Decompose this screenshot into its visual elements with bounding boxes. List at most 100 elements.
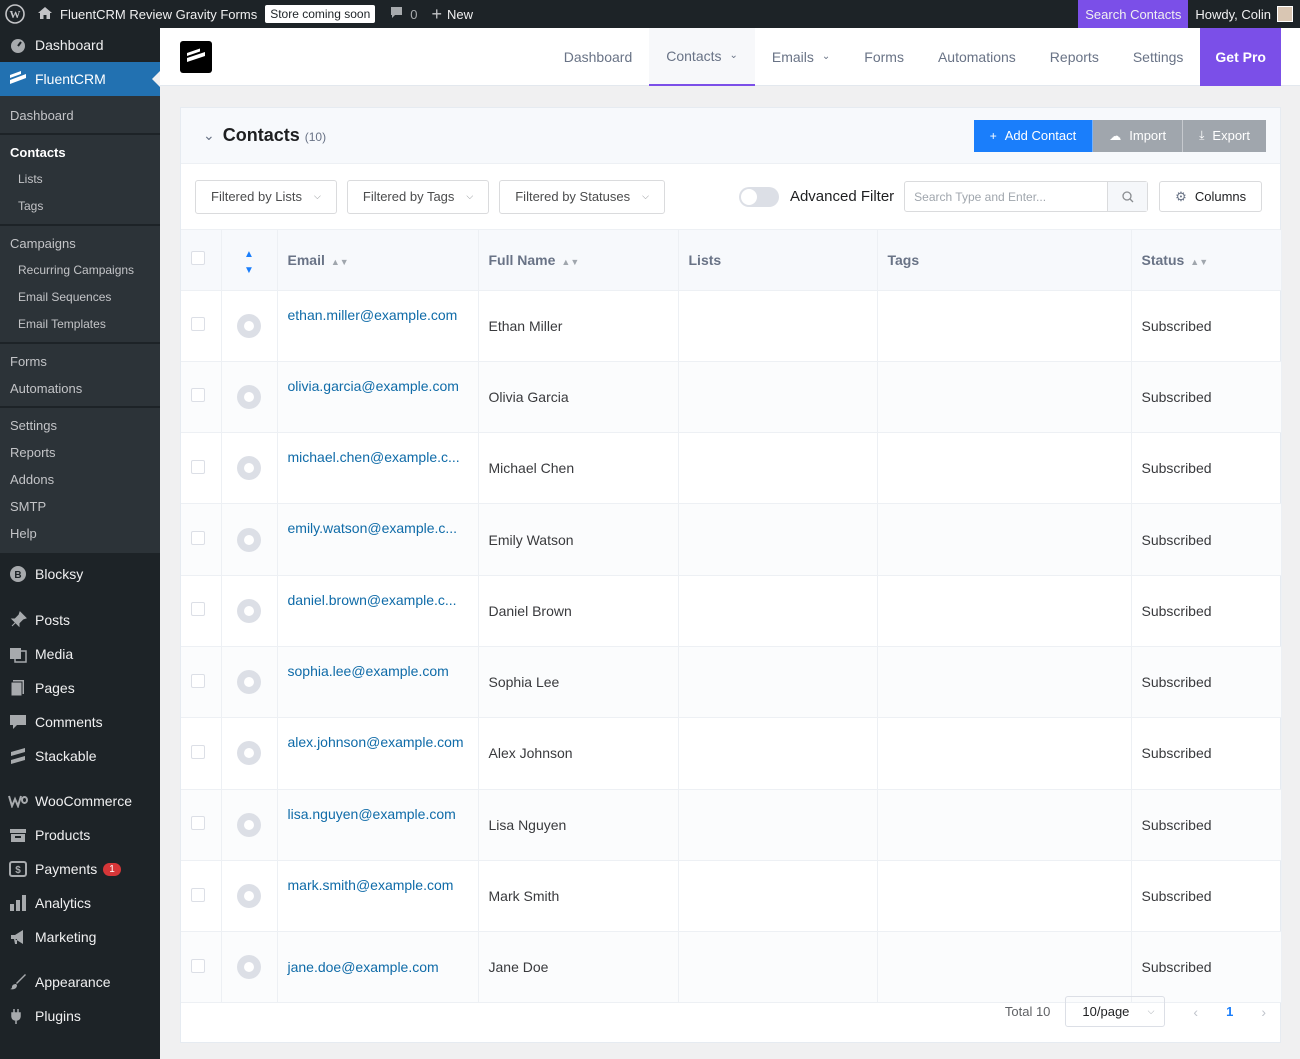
submenu-smtp[interactable]: SMTP bbox=[0, 493, 160, 520]
submenu-tags[interactable]: Tags bbox=[0, 193, 160, 220]
row-checkbox[interactable] bbox=[191, 744, 205, 759]
filter-tags-select[interactable]: Filtered by Tags ⌵ bbox=[346, 179, 490, 214]
submenu-campaigns[interactable]: Campaigns bbox=[0, 230, 160, 257]
row-checkbox[interactable] bbox=[191, 887, 205, 902]
contact-email-link[interactable]: olivia.garcia@example.com bbox=[277, 361, 479, 434]
submenu-dashboard[interactable]: Dashboard bbox=[0, 102, 160, 129]
contact-avatar bbox=[237, 527, 261, 552]
site-name-link[interactable]: FluentCRM Review Gravity Forms Store com… bbox=[30, 0, 382, 28]
menu-media[interactable]: Media bbox=[0, 637, 160, 671]
submenu-settings[interactable]: Settings bbox=[0, 412, 160, 439]
menu-analytics[interactable]: Analytics bbox=[0, 886, 160, 920]
prev-page-icon[interactable]: ‹ bbox=[1193, 1004, 1198, 1020]
avatar-sort-header[interactable]: ▲ ▼ bbox=[221, 230, 278, 291]
contact-email-link[interactable]: michael.chen@example.c... bbox=[277, 432, 479, 505]
contact-email-link[interactable]: alex.johnson@example.com bbox=[277, 717, 479, 790]
table-row[interactable]: mark.smith@example.com Mark Smith Subscrib… bbox=[181, 860, 1282, 933]
search-icon[interactable] bbox=[1107, 182, 1148, 211]
search-contacts-link[interactable]: Search Contacts bbox=[1078, 0, 1189, 28]
my-account-link[interactable]: Howdy, Colin bbox=[1188, 0, 1300, 28]
submenu-automations[interactable]: Automations bbox=[0, 375, 160, 402]
menu-pages[interactable]: Pages bbox=[0, 671, 160, 705]
row-checkbox[interactable] bbox=[191, 459, 205, 474]
nav-dashboard[interactable]: Dashboard bbox=[547, 28, 650, 86]
menu-fluentcrm[interactable]: FluentCRM bbox=[0, 62, 160, 96]
collapse-chevron-icon[interactable]: ⌄ bbox=[203, 127, 215, 144]
new-content-link[interactable]: + New bbox=[425, 0, 481, 28]
columns-button[interactable]: ⚙ Columns bbox=[1159, 181, 1263, 212]
table-row[interactable]: jane.doe@example.com Jane Doe Subscribed bbox=[181, 931, 1282, 1004]
nav-emails[interactable]: Emails ⌄ bbox=[755, 28, 847, 86]
comments-link[interactable]: 0 bbox=[382, 0, 424, 28]
submenu-lists[interactable]: Lists bbox=[0, 166, 160, 193]
submenu-addons[interactable]: Addons bbox=[0, 466, 160, 493]
menu-woocommerce[interactable]: WooCommerce bbox=[0, 784, 160, 818]
contact-email-link[interactable]: mark.smith@example.com bbox=[277, 860, 479, 933]
submenu-help[interactable]: Help bbox=[0, 520, 160, 547]
submenu-email-sequences[interactable]: Email Sequences bbox=[0, 284, 160, 311]
fluentcrm-logo-icon[interactable] bbox=[180, 40, 212, 73]
add-contact-button[interactable]: + Add Contact bbox=[973, 119, 1094, 152]
email-column-header[interactable]: Email ▲▼ bbox=[277, 230, 479, 291]
contact-email-link[interactable]: emily.watson@example.c... bbox=[277, 503, 479, 576]
table-row[interactable]: lisa.nguyen@example.com Lisa Nguyen Subscr… bbox=[181, 789, 1282, 861]
table-row[interactable]: michael.chen@example.c... Michael Chen Sub… bbox=[181, 432, 1282, 505]
row-checkbox[interactable] bbox=[191, 816, 205, 831]
filter-lists-select[interactable]: Filtered by Lists ⌵ bbox=[195, 179, 337, 214]
row-checkbox[interactable] bbox=[191, 602, 205, 617]
contact-email-link[interactable]: lisa.nguyen@example.com bbox=[277, 789, 479, 861]
page-number[interactable]: 1 bbox=[1226, 1004, 1233, 1019]
contact-email-link[interactable]: sophia.lee@example.com bbox=[277, 646, 479, 719]
menu-marketing[interactable]: Marketing bbox=[0, 920, 160, 954]
wordpress-logo-icon[interactable]: W bbox=[0, 0, 30, 28]
export-button[interactable]: ⤓ Export bbox=[1183, 119, 1266, 152]
contact-email-link[interactable]: ethan.miller@example.com bbox=[277, 290, 479, 362]
nav-forms[interactable]: Forms bbox=[847, 28, 921, 86]
menu-appearance[interactable]: Appearance bbox=[0, 965, 160, 999]
per-page-select[interactable]: 10/page ⌵ bbox=[1065, 996, 1166, 1027]
submenu-forms[interactable]: Forms bbox=[0, 348, 160, 375]
table-row[interactable]: sophia.lee@example.com Sophia Lee Subscrib… bbox=[181, 646, 1282, 719]
row-checkbox[interactable] bbox=[191, 388, 205, 403]
nav-automations[interactable]: Automations bbox=[921, 28, 1033, 86]
filter-statuses-select[interactable]: Filtered by Statuses ⌵ bbox=[499, 179, 665, 214]
row-checkbox[interactable] bbox=[191, 317, 205, 332]
contact-email-link[interactable]: daniel.brown@example.c... bbox=[277, 575, 479, 647]
table-row[interactable]: ethan.miller@example.com Ethan Miller Subs… bbox=[181, 290, 1282, 362]
submenu-recurring-campaigns[interactable]: Recurring Campaigns bbox=[0, 257, 160, 284]
nav-contacts[interactable]: Contacts ⌄ bbox=[649, 27, 755, 86]
menu-label: Analytics bbox=[35, 895, 92, 911]
fullname-column-header[interactable]: Full Name ▲▼ bbox=[478, 230, 679, 291]
contact-email-link[interactable]: jane.doe@example.com bbox=[277, 931, 479, 1004]
next-page-icon[interactable]: › bbox=[1261, 1004, 1266, 1020]
submenu-email-templates[interactable]: Email Templates bbox=[0, 311, 160, 338]
contact-full-name: Michael Chen bbox=[478, 432, 679, 505]
menu-products[interactable]: Products bbox=[0, 818, 160, 852]
menu-blocksy[interactable]: B Blocksy bbox=[0, 557, 160, 591]
menu-payments[interactable]: $ Payments 1 bbox=[0, 852, 160, 886]
get-pro-button[interactable]: Get Pro bbox=[1200, 27, 1281, 86]
status-column-header[interactable]: Status ▲▼ bbox=[1131, 230, 1282, 291]
row-checkbox[interactable] bbox=[191, 673, 205, 688]
table-row[interactable]: daniel.brown@example.c... Daniel Brown Sub… bbox=[181, 575, 1282, 647]
table-row[interactable]: alex.johnson@example.com Alex Johnson Subs… bbox=[181, 717, 1282, 790]
search-input[interactable]: Search Type and Enter... bbox=[904, 181, 1149, 212]
row-checkbox[interactable] bbox=[191, 531, 205, 546]
row-select-cell bbox=[181, 575, 222, 647]
nav-settings[interactable]: Settings bbox=[1116, 28, 1201, 86]
select-all-checkbox[interactable] bbox=[191, 251, 205, 266]
menu-posts[interactable]: Posts bbox=[0, 603, 160, 637]
import-button[interactable]: ☁ Import bbox=[1093, 119, 1184, 152]
menu-plugins[interactable]: Plugins bbox=[0, 999, 160, 1033]
advanced-filter-toggle[interactable] bbox=[738, 186, 779, 207]
table-row[interactable]: emily.watson@example.c... Emily Watson Sub… bbox=[181, 503, 1282, 576]
table-row[interactable]: olivia.garcia@example.com Olivia Garcia Su… bbox=[181, 361, 1282, 434]
nav-reports[interactable]: Reports bbox=[1033, 28, 1116, 86]
menu-dashboard[interactable]: Dashboard bbox=[0, 28, 160, 62]
menu-comments[interactable]: Comments bbox=[0, 705, 160, 739]
menu-stackable[interactable]: Stackable bbox=[0, 739, 160, 773]
submenu-reports[interactable]: Reports bbox=[0, 439, 160, 466]
row-checkbox[interactable] bbox=[191, 958, 205, 973]
submenu-contacts[interactable]: Contacts bbox=[0, 139, 160, 166]
contact-avatar bbox=[237, 384, 261, 409]
